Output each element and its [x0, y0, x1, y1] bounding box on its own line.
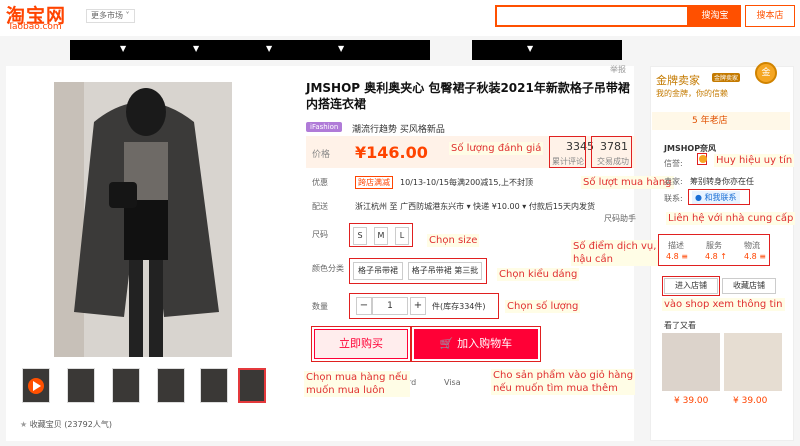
shipping-info[interactable]: 浙江杭州 至 广西防城港东兴市 ▾ 快递 ¥10.00 ▾ 付款后15天内发货 — [355, 201, 595, 212]
more-market-dropdown[interactable]: 更多市场 ˅ — [86, 9, 135, 23]
highlight-box — [549, 136, 586, 168]
score-head-logistics: 物流 — [744, 241, 760, 250]
seller-value[interactable]: 筹别转身你亦在任 — [690, 176, 754, 187]
seller-label: 卖家: — [664, 177, 683, 186]
product-title: JMSHOP 奥利奥夹心 包臀裙子秋装2021年新款格子吊带裙内搭连衣裙 — [306, 81, 630, 111]
chevron-down-icon: ▼ — [338, 44, 345, 53]
medal-icon: 金 — [755, 62, 777, 84]
highlight-box — [591, 136, 632, 168]
header: 淘宝网 Taobao.com 更多市场 ˅ 搜淘宝 搜本店 — [0, 0, 800, 36]
shipping-label: 配送 — [312, 202, 328, 211]
contact-seller-button[interactable]: ● 和我联系 — [692, 191, 740, 204]
payment-visa-label: Visa — [444, 378, 461, 387]
shop-name[interactable]: JMSHOP奈风 — [664, 143, 716, 154]
annotation-reviews: Số lượng đánh giá — [449, 142, 544, 155]
chevron-down-icon: ▼ — [266, 44, 273, 53]
contact-seller-label: 和我联系 — [704, 193, 737, 202]
also-viewed-title: 看了又看 — [664, 321, 696, 330]
score-head-service: 服务 — [706, 241, 722, 250]
thumbnail-3[interactable] — [112, 368, 140, 403]
score-head-description: 描述 — [668, 241, 684, 250]
thumbnail-5[interactable] — [200, 368, 228, 403]
product-subtitle: 潮流行趋势 买风格新品 — [352, 125, 445, 135]
annotation-color: Chọn kiểu dáng — [497, 268, 580, 281]
gold-seller-badge: 金牌卖家 — [712, 73, 741, 82]
highlight-box — [411, 326, 541, 362]
score-description: 4.8 ≡ — [666, 252, 688, 261]
chevron-down-icon: ▼ — [193, 44, 200, 53]
score-service: 4.8 ↑ — [705, 252, 727, 261]
shop-nav-bar-right[interactable]: ▼ — [472, 40, 622, 60]
price-label: 价格 — [312, 150, 331, 160]
annotation-size: Chọn size — [427, 234, 480, 247]
search-taobao-button[interactable]: 搜淘宝 — [689, 5, 741, 27]
highlight-box — [349, 293, 499, 319]
product-main-image[interactable] — [54, 82, 232, 357]
store-age: 5 年老店 — [652, 112, 790, 130]
score-logistics: 4.8 ≡ — [744, 252, 766, 261]
thumbnail-6-selected[interactable] — [238, 368, 266, 403]
promo-text: 10/13-10/15每满200减15,上不封顶 — [400, 178, 533, 187]
credit-badge-icon[interactable] — [699, 155, 707, 163]
annotation-quantity: Chọn số lượng — [505, 300, 581, 313]
star-icon: ★ — [20, 420, 30, 429]
contact-label: 联系: — [664, 194, 683, 203]
search-store-button[interactable]: 搜本店 — [745, 5, 795, 27]
taobao-logo-en[interactable]: Taobao.com — [8, 22, 62, 32]
enter-store-button[interactable]: 进入店铺 — [664, 278, 718, 294]
annotation-add-cart: Cho sản phẩm vào giỏ hàng nếu muốn tìm m… — [491, 369, 636, 395]
favorite-store-button[interactable]: 收藏店铺 — [722, 278, 776, 294]
annotation-buy-now: Chọn mua hàng nếu muốn mua luôn — [304, 371, 410, 397]
chevron-down-icon: ▼ — [120, 44, 127, 53]
highlight-box — [349, 223, 413, 247]
quantity-label: 数量 — [312, 302, 328, 311]
annotation-enter-store: vào shop xem thông tin — [662, 298, 785, 311]
recommended-price-1: ¥ 39.00 — [674, 396, 709, 406]
recommended-item-2[interactable] — [724, 333, 782, 391]
size-label: 尺码 — [312, 230, 328, 239]
chat-icon: ● — [695, 193, 705, 202]
price-value: ¥146.00 — [355, 143, 428, 162]
page: 淘宝网 Taobao.com 更多市场 ˅ 搜淘宝 搜本店 ▼ ▼ ▼ ▼ ▼ … — [0, 0, 800, 446]
recommended-price-2: ¥ 39.00 — [733, 396, 768, 406]
credit-label: 信誉: — [664, 159, 683, 168]
gold-seller-slogan: 我的金牌，你的信赖 — [656, 89, 728, 98]
thumbnail-2[interactable] — [67, 368, 95, 403]
gold-seller-title: 金牌卖家 — [656, 74, 700, 87]
promo-tag[interactable]: 跨店满减 — [355, 176, 393, 189]
size-helper-link[interactable]: 尺码助手 — [604, 213, 636, 224]
play-icon — [28, 378, 44, 394]
highlight-box — [311, 326, 411, 362]
thumbnail-video[interactable] — [22, 368, 50, 403]
thumbnail-4[interactable] — [157, 368, 185, 403]
recommended-item-1[interactable] — [662, 333, 720, 391]
ifashion-badge: iFashion — [306, 122, 343, 132]
color-label: 颜色分类 — [312, 264, 344, 273]
promo-label: 优惠 — [312, 178, 328, 187]
annotation-contact: Liên hệ với nhà cung cấp — [666, 212, 796, 225]
shop-nav-bar[interactable]: ▼ ▼ ▼ ▼ — [70, 40, 430, 60]
report-link[interactable]: 举报 — [610, 64, 626, 75]
highlight-box — [349, 258, 487, 284]
chevron-down-icon: ▼ — [527, 44, 534, 53]
favorite-product-link[interactable]: ★ 收藏宝贝 (23792人气) — [20, 419, 112, 430]
annotation-scores: Số điểm dịch vụ, hậu cần — [571, 240, 659, 266]
favorite-label: 收藏宝贝 (23792人气) — [29, 420, 112, 429]
annotation-trust-badge: Huy hiệu uy tín — [714, 154, 795, 167]
annotation-sales: Số lượt mua hàng — [581, 176, 674, 189]
search-input[interactable] — [495, 5, 689, 27]
product-photo — [54, 82, 232, 357]
